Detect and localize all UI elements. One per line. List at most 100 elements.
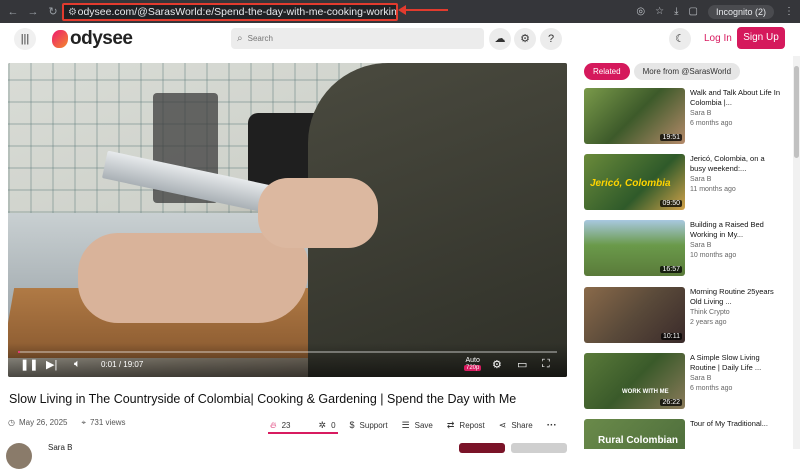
menu-button[interactable]: ||| [14, 28, 36, 50]
related-title[interactable]: Jericó, Colombia, on a busy weekend:... [690, 154, 782, 174]
video-actions: 🔥︎ 23 ✲ 0 $ Support ☰ Save ⇄ Repost ⋖ Share ··… [270, 418, 571, 432]
views-icon: ⌖ [81, 418, 86, 427]
tab-search-icon[interactable]: ▢ [689, 6, 698, 17]
hamburger-icon: ||| [20, 33, 30, 45]
share-icon: ⋖ [498, 419, 507, 430]
video-title: Slow Living in The Countryside of Colomb… [9, 392, 517, 406]
upload-date: ◷ May 26, 2025 [8, 418, 67, 428]
eye-off-icon[interactable]: ◎ [636, 6, 645, 17]
download-icon[interactable]: ⤓ [674, 6, 678, 17]
related-item[interactable]: WORK WITH ME 26:22 A Simple Slow Living … [584, 353, 784, 409]
reload-icon[interactable]: ↻ [46, 5, 60, 19]
follow-button[interactable] [459, 443, 505, 453]
secondary-button[interactable] [511, 443, 567, 453]
player-controls [8, 343, 567, 377]
channel-name[interactable]: Sara B [48, 443, 72, 452]
fire-button[interactable]: 🔥︎ 23 [270, 420, 291, 431]
clock-icon: ◷ [8, 418, 15, 427]
more-options-icon[interactable]: ··· [547, 420, 557, 431]
bookmark-star-icon[interactable]: ☆ [655, 6, 664, 17]
search-input[interactable] [247, 34, 448, 43]
address-bar[interactable]: ⚙ odysee.com/@SarasWorld:e/Spend-the-day… [62, 3, 398, 21]
thumbnail[interactable]: 19:51 [584, 88, 685, 144]
time-display: 0:01 / 19:07 [101, 360, 143, 369]
related-title[interactable]: Morning Routine 25years Old Living ... [690, 287, 782, 307]
related-title[interactable]: A Simple Slow Living Routine | Daily Lif… [690, 353, 782, 373]
related-channel[interactable]: Sara B [690, 375, 711, 382]
player-settings-icon[interactable]: ⚙ [492, 358, 502, 371]
sidebar-tabs: Related More from @SarasWorld [584, 63, 741, 80]
theater-mode-icon[interactable]: ▭ [517, 358, 527, 371]
thumbnail-text: Jericó, Colombia [590, 178, 671, 189]
fullscreen-icon[interactable]: ⛶ [542, 358, 550, 371]
date-text: May 26, 2025 [18, 418, 68, 427]
repost-icon: ⇄ [446, 419, 455, 430]
upload-button[interactable]: ☁ [489, 28, 511, 50]
scrollbar-thumb[interactable] [794, 66, 799, 158]
related-channel[interactable]: Sara B [690, 242, 711, 249]
video-frame-hand [78, 233, 308, 323]
progress-bar[interactable] [18, 351, 557, 353]
related-channel[interactable]: Think Crypto [690, 309, 730, 316]
related-channel[interactable]: Sara B [690, 176, 711, 183]
moon-icon: ☾ [675, 33, 685, 45]
slime-icon: ✲ [318, 419, 327, 430]
settings-button[interactable]: ⚙ [514, 28, 536, 50]
progress-fill [18, 351, 20, 353]
related-item[interactable]: Rural Colombian Tour of My Traditional..… [584, 419, 784, 449]
tab-related[interactable]: Related [584, 63, 630, 80]
share-button[interactable]: ⋖ Share [499, 420, 533, 431]
play-pause-icon[interactable]: ❚❚ [20, 358, 38, 371]
page-scrollbar[interactable] [793, 56, 800, 449]
support-button[interactable]: $ Support [350, 420, 388, 430]
login-link[interactable]: Log In [704, 33, 732, 44]
view-count: ⌖ 731 views [81, 418, 125, 428]
annotation-arrow [398, 5, 448, 15]
repost-button[interactable]: ⇄ Repost [447, 420, 485, 431]
site-settings-icon[interactable]: ⚙ [68, 7, 78, 18]
cloud-upload-icon: ☁ [494, 33, 506, 45]
duration: 19:07 [123, 360, 144, 369]
thumbnail[interactable]: WORK WITH ME 26:22 [584, 353, 685, 409]
volume-icon[interactable]: 🔈︎ [74, 358, 81, 371]
related-item[interactable]: Jericó, Colombia 09:50 Jericó, Colombia,… [584, 154, 784, 210]
thumbnail[interactable]: Rural Colombian [584, 419, 685, 449]
related-title[interactable]: Building a Raised Bed Working in My... [690, 220, 782, 240]
tab-more-from-channel[interactable]: More from @SarasWorld [633, 63, 741, 80]
quality-indicator[interactable]: Auto 720p [464, 357, 482, 371]
duration-badge: 09:50 [660, 200, 682, 207]
share-label: Share [511, 420, 533, 430]
save-button[interactable]: ☰ Save [402, 420, 433, 431]
related-channel[interactable]: Sara B [690, 110, 711, 117]
video-player[interactable]: ❚❚ ▶| 🔈︎ 0:01 / 19:07 Auto 720p ⚙ ▭ ⛶ [8, 63, 567, 377]
search-box[interactable]: ⌕ [231, 28, 484, 49]
help-button[interactable]: ? [540, 28, 562, 50]
related-title[interactable]: Tour of My Traditional... [690, 419, 782, 429]
slime-button[interactable]: ✲ 0 [319, 420, 336, 431]
back-icon[interactable]: ← [6, 5, 20, 19]
current-time: 0:01 [101, 360, 117, 369]
related-item[interactable]: 16:57 Building a Raised Bed Working in M… [584, 220, 784, 276]
related-age: 6 months ago [690, 385, 733, 392]
thumbnail[interactable]: Jericó, Colombia 09:50 [584, 154, 685, 210]
logo[interactable]: odysee [52, 26, 133, 52]
save-label: Save [414, 420, 433, 430]
related-title[interactable]: Walk and Talk About Life In Colombia |..… [690, 88, 782, 108]
signup-button[interactable]: Sign Up [737, 27, 785, 49]
channel-avatar[interactable] [6, 443, 32, 469]
video-meta: ◷ May 26, 2025 ⌖ 731 views [8, 418, 126, 428]
incognito-badge[interactable]: Incognito (2) [707, 4, 774, 19]
logo-text: odysee [70, 28, 133, 49]
site-header: ||| odysee ⌕ ☁ ⚙ ? ☾ Log In Sign Up [0, 23, 800, 55]
next-icon[interactable]: ▶| [46, 358, 57, 371]
thumbnail[interactable]: 10:11 [584, 287, 685, 343]
related-age: 11 months ago [690, 186, 736, 193]
related-item[interactable]: 19:51 Walk and Talk About Life In Colomb… [584, 88, 784, 144]
theme-toggle-button[interactable]: ☾ [669, 28, 691, 50]
thumbnail[interactable]: 16:57 [584, 220, 685, 276]
forward-icon[interactable]: → [26, 5, 40, 19]
related-item[interactable]: 10:11 Morning Routine 25years Old Living… [584, 287, 784, 343]
fire-icon: 🔥︎ [270, 419, 277, 430]
kebab-menu-icon[interactable]: ⋮ [784, 6, 794, 17]
related-age: 2 years ago [690, 319, 727, 326]
